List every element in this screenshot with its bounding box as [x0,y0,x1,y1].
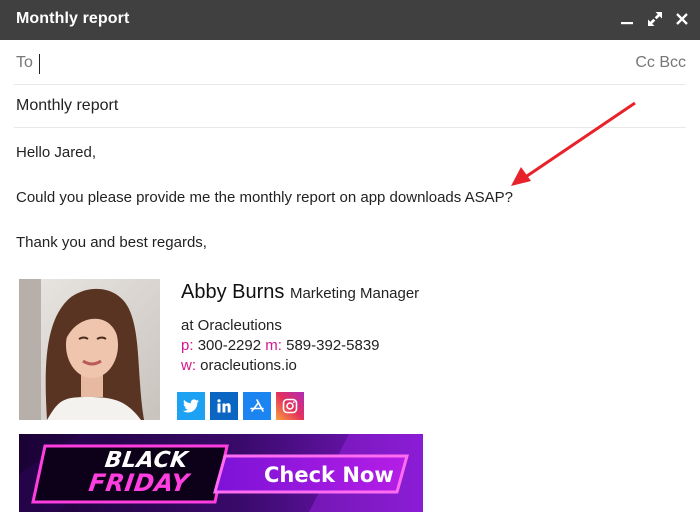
linkedin-icon[interactable] [210,392,238,420]
signature-phones: p: 300-2292 m: 589-392-5839 [181,337,380,354]
compose-window: Monthly report To Cc Bcc Monthly report … [0,0,700,525]
expand-icon[interactable] [645,9,665,29]
twitter-icon[interactable] [177,392,205,420]
phone-number: 300-2292 [197,337,262,354]
mobile-prefix: m: [265,337,282,354]
mobile-number: 589-392-5839 [286,337,380,354]
app-store-icon[interactable] [243,392,271,420]
black-friday-banner[interactable]: BLACK FRIDAY Check Now [19,434,423,512]
to-label: To [16,54,33,71]
signature-name: Abby Burns [181,281,285,303]
signature-web: w: oracleutions.io [181,357,297,374]
instagram-icon[interactable] [276,392,304,420]
compose-titlebar[interactable]: Monthly report [0,0,700,40]
red-arrow-annotation [500,98,640,198]
banner-line2: FRIDAY [87,469,191,497]
close-icon[interactable] [672,9,692,29]
website-link[interactable]: oracleutions.io [200,357,297,374]
to-field[interactable]: To Cc Bcc [14,42,686,85]
phone-prefix: p: [181,337,194,354]
signature-name-line: Abby Burns Marketing Manager [181,281,419,304]
body-line: Thank you and best regards, [16,234,207,251]
check-now-button[interactable]: Check Now [264,463,394,487]
cc-bcc-link[interactable]: Cc Bcc [635,54,686,72]
avatar [19,279,160,420]
minimize-icon[interactable] [617,9,637,29]
body-line: Could you please provide me the monthly … [16,189,513,206]
text-cursor [39,54,40,74]
web-prefix: w: [181,357,196,374]
signature-company: at Oracleutions [181,317,282,334]
body-line: Hello Jared, [16,144,97,161]
subject-text: Monthly report [16,97,119,114]
window-title: Monthly report [16,10,130,27]
signature-title: Marketing Manager [289,285,420,302]
